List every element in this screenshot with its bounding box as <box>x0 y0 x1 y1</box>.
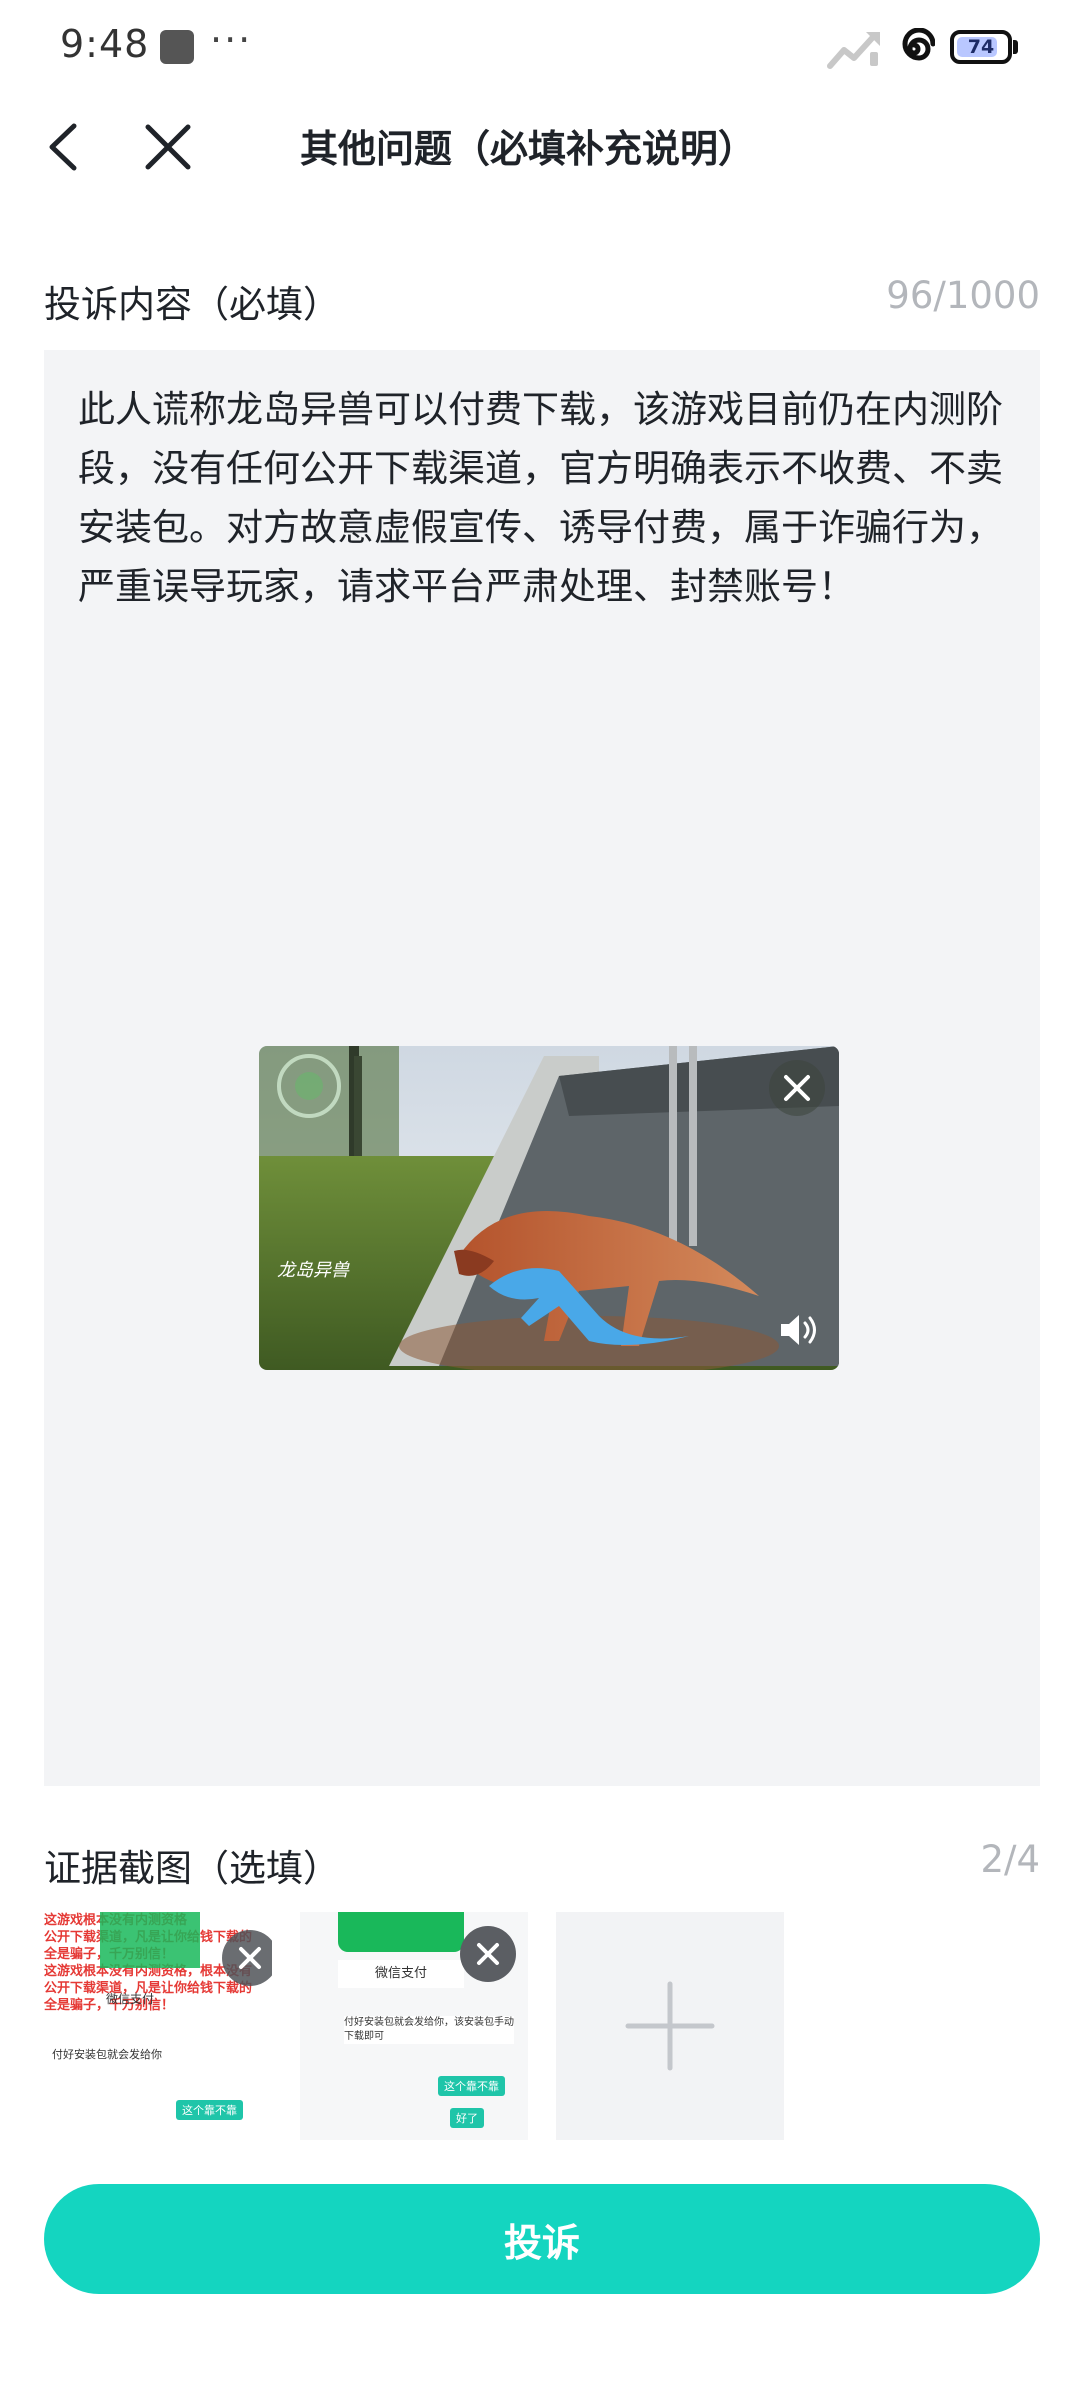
complaint-label: 投诉内容（必填） <box>44 283 340 326</box>
thumb-qr-panel <box>338 1912 464 1952</box>
thumb-chat-line: 付好安装包就会发给你 <box>52 2048 162 2061</box>
thumb-text-line: 全是骗子，千万别信！ <box>44 1998 175 2013</box>
app-notification-icon <box>160 30 194 64</box>
thumb-qr-panel <box>100 1912 200 1968</box>
plus-icon <box>625 1981 715 2071</box>
thumb-chat-line: 付好安装包就会发给你，该安装包手动下载即可 <box>344 2016 514 2044</box>
thumb-pay-label: 微信支付 <box>106 1992 155 2006</box>
thumb-chat-bubble: 好了 <box>450 2108 484 2128</box>
status-time: 9:48 <box>60 22 150 66</box>
close-icon <box>239 1947 261 1969</box>
thumb-chat-bubble: 这个靠不靠 <box>438 2076 505 2096</box>
status-bar: 9:48 ··· 74 <box>0 0 1080 96</box>
add-screenshot-button[interactable] <box>556 1912 784 2140</box>
video-watermark: 龙岛异兽 <box>277 1260 350 1280</box>
delete-thumbnail-button[interactable] <box>222 1930 272 1986</box>
evidence-label: 证据截图（选填） <box>44 1847 340 1890</box>
battery-level: 74 <box>967 36 995 58</box>
video-frame: 龙岛异兽 <box>259 1046 839 1370</box>
evidence-counter: 2/4 <box>980 1838 1040 1881</box>
delete-thumbnail-button[interactable] <box>460 1926 516 1982</box>
close-icon <box>784 1075 810 1101</box>
video-attachment[interactable]: 龙岛异兽 <box>259 1046 839 1370</box>
video-close-button[interactable] <box>769 1060 825 1116</box>
swirl-app-icon <box>902 28 935 61</box>
volume-icon[interactable] <box>779 1312 821 1348</box>
evidence-thumbnail[interactable]: 这游戏根本没有内测资格 公开下载渠道，凡是让你给钱下载的 全是骗子，千万别信！ … <box>44 1912 272 2140</box>
battery-tip <box>1013 40 1018 54</box>
more-dots-icon: ··· <box>210 18 253 62</box>
back-arrow-icon[interactable] <box>40 112 88 182</box>
complaint-char-counter: 96/1000 <box>886 274 1040 317</box>
page-title: 其他问题（必填补充说明） <box>300 127 757 171</box>
submit-complaint-button[interactable]: 投诉 <box>44 2184 1040 2294</box>
thumb-pay-label: 微信支付 <box>338 1960 464 1988</box>
signal-icon <box>827 32 880 69</box>
evidence-thumbnail[interactable]: 微信支付 付好安装包就会发给你，该安装包手动下载即可 这个靠不靠 好了 <box>300 1912 528 2140</box>
close-icon <box>477 1943 499 1965</box>
complaint-text[interactable]: 此人谎称龙岛异兽可以付费下载，该游戏目前仍在内测阶段，没有任何公开下载渠道，官方… <box>78 380 1006 616</box>
battery-icon: 74 <box>950 30 1012 64</box>
thumb-chat-bubble: 这个靠不靠 <box>176 2100 243 2120</box>
close-icon[interactable] <box>138 115 198 179</box>
